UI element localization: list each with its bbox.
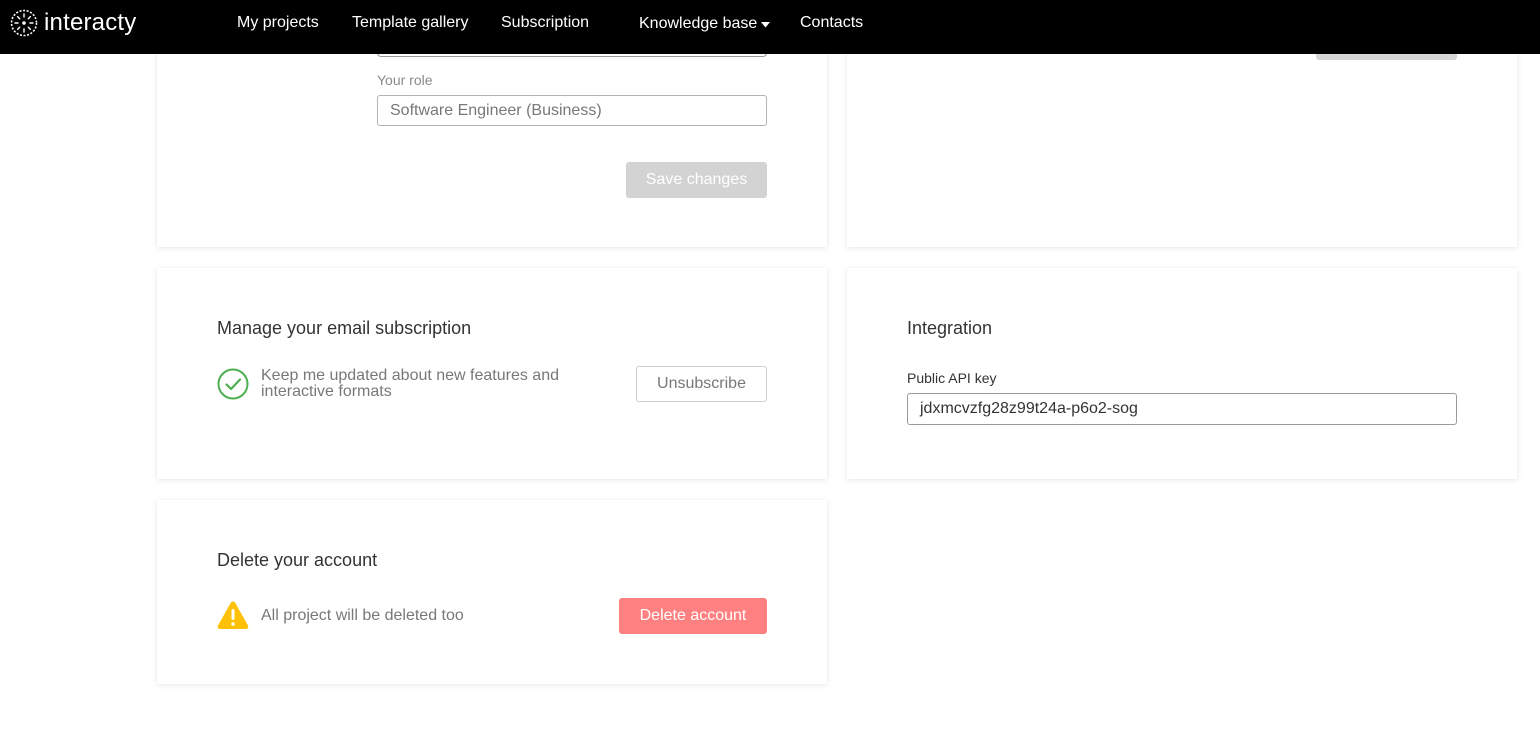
email-subscription-card: Manage your email subscription Keep me u… bbox=[157, 268, 827, 479]
api-key-value: jdxmcvzfg28z99t24a-p6o2-sog bbox=[920, 400, 1138, 417]
delete-account-button[interactable]: Delete account bbox=[619, 598, 767, 634]
interacty-logo-icon bbox=[10, 9, 38, 37]
nav-knowledge-base[interactable]: Knowledge base bbox=[639, 14, 771, 34]
nav-contacts[interactable]: Contacts bbox=[800, 14, 863, 34]
delete-account-card: Delete your account All project will be … bbox=[157, 500, 827, 684]
delete-account-title: Delete your account bbox=[217, 550, 378, 570]
nav-my-projects[interactable]: My projects bbox=[237, 14, 319, 34]
role-input[interactable]: Software Engineer (Business) bbox=[377, 95, 767, 126]
integration-title: Integration bbox=[907, 318, 993, 338]
check-circle-icon bbox=[217, 368, 249, 400]
api-key-field[interactable]: jdxmcvzfg28z99t24a-p6o2-sog bbox=[907, 393, 1457, 425]
top-navigation-bar: interacty My projects Template gallery S… bbox=[0, 0, 1540, 54]
warning-triangle-icon bbox=[217, 601, 249, 629]
role-value: Software Engineer (Business) bbox=[390, 101, 602, 119]
nav-template-gallery[interactable]: Template gallery bbox=[352, 14, 469, 34]
unsubscribe-button[interactable]: Unsubscribe bbox=[636, 366, 767, 402]
brand-logo[interactable]: interacty bbox=[10, 9, 137, 37]
nav-knowledge-base-label: Knowledge base bbox=[639, 15, 758, 32]
subscription-description: Keep me updated about new features and i… bbox=[261, 367, 559, 400]
api-key-label: Public API key bbox=[907, 370, 997, 386]
role-label: Your role bbox=[377, 72, 433, 88]
nav-subscription[interactable]: Subscription bbox=[501, 14, 589, 34]
save-changes-button[interactable]: Save changes bbox=[626, 162, 767, 198]
brand-name: interacty bbox=[44, 9, 137, 36]
integration-card: Integration Public API key jdxmcvzfg28z9… bbox=[847, 268, 1517, 479]
caret-down-icon bbox=[761, 21, 771, 27]
delete-warning-text: All project will be deleted too bbox=[261, 607, 464, 624]
email-subscription-title: Manage your email subscription bbox=[217, 318, 472, 338]
